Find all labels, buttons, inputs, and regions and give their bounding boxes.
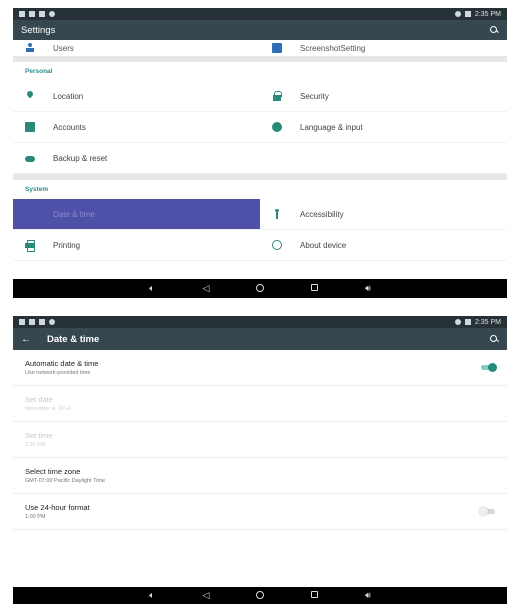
accessibility-label: Accessibility — [300, 209, 344, 219]
gallery-notification-icon — [19, 11, 25, 17]
navigation-bar: 🔈︎ ◁ 🔊︎ — [13, 279, 507, 298]
home-icon[interactable] — [254, 590, 266, 601]
settings-screen: 2:35 PM Settings Users ScreenshotSetting… — [13, 8, 507, 298]
volume-up-icon[interactable]: 🔊︎ — [362, 591, 374, 600]
backup-reset-label: Backup & reset — [53, 153, 108, 163]
image-notification-icon — [29, 11, 35, 17]
set-time-title: Set time — [25, 431, 53, 440]
volume-up-icon[interactable]: 🔊︎ — [362, 284, 374, 293]
cloud-icon — [25, 153, 35, 163]
location-item[interactable]: Location — [13, 81, 260, 111]
use-24-hour-format-title: Use 24-hour format — [25, 503, 90, 512]
info-icon — [272, 240, 282, 250]
set-time-subtitle: 2:35 PM — [25, 442, 46, 448]
square-notification-icon — [39, 11, 45, 17]
use-24-hour-format-item[interactable]: Use 24-hour format 1:00 PM — [13, 494, 507, 530]
app-bar: Settings — [13, 20, 507, 40]
system-header: System — [25, 186, 49, 193]
search-icon[interactable] — [490, 334, 499, 344]
navigation-bar: 🔈︎ ◁ 🔊︎ — [13, 587, 507, 604]
battery-icon — [464, 11, 471, 17]
about-device-item[interactable]: About device — [260, 230, 507, 260]
personal-header: Personal — [25, 68, 53, 75]
recents-icon[interactable] — [308, 591, 320, 600]
status-time: 2:35 PM — [474, 318, 501, 326]
back-icon[interactable]: ◁ — [200, 284, 212, 293]
app-bar: ← Date & time — [13, 328, 507, 350]
lock-icon — [272, 91, 282, 101]
accounts-label: Accounts — [53, 122, 86, 132]
language-input-item[interactable]: Language & input — [260, 112, 507, 142]
page-title: Settings — [21, 24, 56, 36]
settings-row: Printing About device — [13, 230, 507, 261]
users-item[interactable]: Users — [13, 43, 260, 53]
screenshot-setting-label: ScreenshotSetting — [300, 43, 366, 53]
date-time-label: Date & time — [53, 209, 95, 219]
battery-icon — [464, 319, 471, 325]
recents-icon[interactable] — [308, 284, 320, 293]
image-notification-icon — [19, 319, 25, 325]
date-time-screen: 2:35 PM ← Date & time Automatic date & t… — [13, 316, 507, 604]
wifi-icon — [454, 319, 461, 325]
search-icon[interactable] — [490, 25, 499, 35]
top-partial-row: Users ScreenshotSetting — [13, 40, 507, 56]
settings-row: Accounts Language & input — [13, 112, 507, 143]
language-input-label: Language & input — [300, 122, 363, 132]
accessibility-item[interactable]: Accessibility — [260, 199, 507, 229]
use-24-hour-format-toggle[interactable] — [479, 507, 495, 516]
volume-down-icon[interactable]: 🔈︎ — [146, 591, 158, 600]
automatic-date-time-title: Automatic date & time — [25, 359, 99, 368]
square-notification-icon — [39, 319, 45, 325]
globe-icon — [272, 122, 282, 132]
automatic-date-time-subtitle: Use network-provided time — [25, 370, 91, 376]
wifi-icon — [454, 11, 461, 17]
select-time-zone-item[interactable]: Select time zone GMT-07:00 Pacific Dayli… — [13, 458, 507, 494]
status-bar: 2:35 PM — [13, 316, 507, 328]
user-icon — [25, 43, 35, 53]
screenshot-setting-item[interactable]: ScreenshotSetting — [260, 43, 507, 53]
printer-icon — [25, 240, 35, 252]
accounts-icon — [25, 122, 35, 132]
status-time: 2:35 PM — [474, 10, 501, 18]
home-icon[interactable] — [254, 283, 266, 294]
gallery-notification-icon — [29, 319, 35, 325]
settings-row: Backup & reset — [13, 143, 507, 174]
security-item[interactable]: Security — [260, 81, 507, 111]
select-time-zone-subtitle: GMT-07:00 Pacific Daylight Time — [25, 478, 106, 484]
select-time-zone-title: Select time zone — [25, 467, 81, 476]
about-device-label: About device — [300, 240, 347, 250]
set-date-item: Set date November 4, 2014 — [13, 386, 507, 422]
location-icon — [25, 91, 35, 101]
automatic-date-time-item[interactable]: Automatic date & time Use network-provid… — [13, 350, 507, 386]
usb-icon — [49, 11, 55, 17]
status-bar: 2:35 PM — [13, 8, 507, 20]
accessibility-icon — [272, 209, 282, 219]
users-label: Users — [53, 43, 74, 53]
clock-icon — [25, 209, 35, 219]
use-24-hour-format-subtitle: 1:00 PM — [25, 514, 46, 520]
accounts-item[interactable]: Accounts — [13, 112, 260, 142]
back-arrow-icon[interactable]: ← — [21, 334, 31, 345]
back-icon[interactable]: ◁ — [200, 591, 212, 600]
set-date-title: Set date — [25, 395, 53, 404]
printing-label: Printing — [53, 240, 81, 250]
date-time-item[interactable]: Date & time — [13, 199, 260, 229]
screenshot-icon — [272, 43, 282, 53]
set-time-item: Set time 2:35 PM — [13, 422, 507, 458]
set-date-subtitle: November 4, 2014 — [25, 406, 71, 412]
printing-item[interactable]: Printing — [13, 230, 260, 260]
settings-row: Location Security — [13, 81, 507, 112]
page-title: Date & time — [47, 333, 100, 345]
usb-icon — [49, 319, 55, 325]
settings-row: Date & time Accessibility — [13, 199, 507, 230]
location-label: Location — [53, 91, 84, 101]
automatic-date-time-toggle[interactable] — [481, 363, 497, 372]
volume-down-icon[interactable]: 🔈︎ — [146, 284, 158, 293]
backup-reset-item[interactable]: Backup & reset — [13, 143, 260, 173]
security-label: Security — [300, 91, 329, 101]
